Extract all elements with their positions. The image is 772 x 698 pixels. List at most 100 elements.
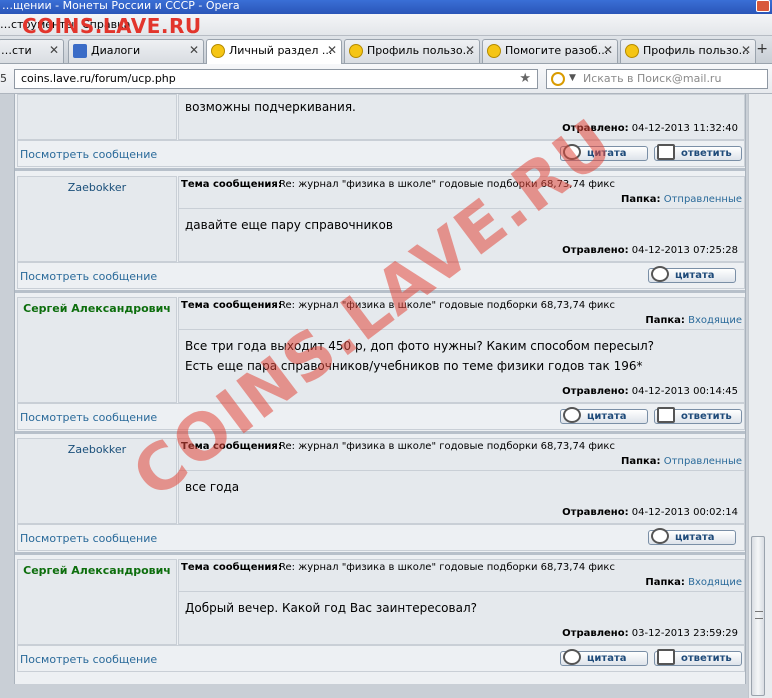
subject-label: Тема сообщения: (181, 179, 282, 190)
smiley-icon (211, 44, 225, 58)
message-actions: Посмотреть сообщение цитата ответить (17, 645, 745, 672)
sent-date: Отравлено: 03-12-2013 23:59:29 (562, 628, 738, 639)
author-name[interactable]: Сергей Александрович (18, 302, 176, 315)
subject-row: Тема сообщения: Re: журнал "физика в шко… (179, 298, 744, 330)
tab-close-icon[interactable]: ✕ (741, 43, 751, 57)
view-message-link[interactable]: Посмотреть сообщение (20, 411, 157, 424)
message-actions: Посмотреть сообщение цитата (17, 262, 745, 289)
tab-bar: …сти ✕ Диалоги ✕ Личный раздел ... ✕ Про… (0, 36, 772, 64)
tab-label: Профиль пользо... (367, 44, 474, 57)
search-placeholder: Искать в Поиск@mail.ru (583, 72, 722, 85)
tab-label: Профиль пользо... (643, 44, 750, 57)
page-content: возможны подчеркивания. Отравлено: 04-12… (0, 94, 748, 698)
sent-date: Отравлено: 04-12-2013 00:14:45 (562, 386, 738, 397)
message-body: Тема сообщения: Re: журнал "физика в шко… (178, 176, 745, 262)
message-text: Все три года выходит 450 р, доп фото нуж… (185, 339, 654, 373)
quote-icon (651, 266, 669, 282)
message-text: Добрый вечер. Какой год Вас заинтересова… (185, 601, 477, 615)
subject-label: Тема сообщения: (181, 441, 282, 452)
bookmark-star-icon[interactable]: ★ (519, 71, 531, 86)
subject-text: Re: журнал "физика в школе" годовые подб… (279, 300, 615, 311)
sent-date: Отравлено: 04-12-2013 07:25:28 (562, 245, 738, 256)
tab-label: Личный раздел ... (229, 44, 333, 57)
quote-button[interactable]: цитата (648, 266, 736, 283)
reply-button[interactable]: ответить (654, 649, 742, 666)
address-input[interactable]: coins.lave.ru/forum/ucp.php ★ (14, 69, 538, 89)
folder-info: Папка: Отправленные (620, 194, 742, 205)
subject-label: Тема сообщения: (181, 562, 282, 573)
subject-label: Тема сообщения: (181, 300, 282, 311)
tab-help-sort[interactable]: Помогите разоб... ✕ (482, 39, 618, 63)
window-title: …щении - Монеты России и СССР - Opera (2, 0, 240, 12)
divider (15, 290, 745, 293)
subject-text: Re: журнал "физика в школе" годовые подб… (279, 562, 615, 573)
subject-text: Re: журнал "физика в школе" годовые подб… (279, 441, 615, 452)
view-message-link[interactable]: Посмотреть сообщение (20, 148, 157, 161)
reply-button[interactable]: ответить (654, 407, 742, 424)
tab-close-icon[interactable]: ✕ (465, 43, 475, 57)
view-message-link[interactable]: Посмотреть сообщение (20, 532, 157, 545)
scrollbar-thumb[interactable] (751, 536, 765, 696)
window-close-button[interactable] (756, 0, 770, 12)
author-cell: Zaebokker (17, 438, 177, 524)
tab-label: …сти (1, 44, 32, 57)
quote-button[interactable]: цитата (560, 649, 648, 666)
smiley-icon (487, 44, 501, 58)
tab-close-icon[interactable]: ✕ (49, 43, 59, 57)
author-cell: Сергей Александрович (17, 297, 177, 403)
search-icon (551, 72, 565, 86)
folder-info: Папка: Входящие (645, 577, 742, 588)
author-name[interactable]: Zaebokker (18, 443, 176, 456)
message-text: все года (185, 480, 240, 494)
tab-news[interactable]: …сти ✕ (0, 39, 64, 63)
folder-info: Папка: Отправленные (620, 456, 742, 467)
quote-icon (563, 407, 581, 423)
quote-icon (563, 649, 581, 665)
view-message-link[interactable]: Посмотреть сообщение (20, 270, 157, 283)
author-name[interactable]: Zaebokker (18, 181, 176, 194)
dialog-icon (73, 44, 87, 58)
subject-row: Тема сообщения: Re: журнал "физика в шко… (179, 177, 744, 209)
quote-icon (651, 528, 669, 544)
messages-panel: возможны подчеркивания. Отравлено: 04-12… (14, 94, 746, 684)
tab-personal-section[interactable]: Личный раздел ... ✕ (206, 39, 342, 64)
tab-close-icon[interactable]: ✕ (603, 43, 613, 57)
address-toolbar: 5 coins.lave.ru/forum/ucp.php ★ ▼ Искать… (0, 64, 772, 94)
smiley-icon (349, 44, 363, 58)
chevron-down-icon[interactable]: ▼ (569, 73, 576, 83)
url-text: coins.lave.ru/forum/ucp.php (21, 72, 176, 85)
tab-user-profile-2[interactable]: Профиль пользо... ✕ (620, 39, 756, 63)
tab-close-icon[interactable]: ✕ (189, 43, 199, 57)
tab-dialogs[interactable]: Диалоги ✕ (68, 39, 204, 63)
tab-label: Помогите разоб... (505, 44, 609, 57)
quote-button[interactable]: цитата (560, 407, 648, 424)
vertical-scrollbar[interactable] (748, 94, 772, 698)
divider (15, 168, 745, 171)
author-name[interactable]: Сергей Александрович (18, 564, 176, 577)
reply-icon (657, 144, 675, 160)
quote-button[interactable]: цитата (560, 144, 648, 161)
view-message-link[interactable]: Посмотреть сообщение (20, 653, 157, 666)
reply-button[interactable]: ответить (654, 144, 742, 161)
subject-row: Тема сообщения: Re: журнал "физика в шко… (179, 439, 744, 471)
message-actions: Посмотреть сообщение цитата ответить (17, 140, 745, 167)
message-text: давайте еще пару справочников (185, 218, 393, 232)
subject-text: Re: журнал "физика в школе" годовые подб… (279, 179, 615, 190)
message-body: возможны подчеркивания. Отравлено: 04-12… (178, 94, 745, 140)
address-left-fragment: 5 (0, 72, 7, 85)
message-body: Тема сообщения: Re: журнал "физика в шко… (178, 297, 745, 403)
tab-user-profile[interactable]: Профиль пользо... ✕ (344, 39, 480, 63)
quote-icon (563, 144, 581, 160)
quote-button[interactable]: цитата (648, 528, 736, 545)
new-tab-button[interactable]: + (756, 41, 768, 57)
divider (15, 552, 745, 555)
reply-icon (657, 649, 675, 665)
sent-date: Отравлено: 04-12-2013 11:32:40 (562, 123, 738, 134)
window-titlebar: …щении - Монеты России и СССР - Opera (0, 0, 772, 14)
tab-close-icon[interactable]: ✕ (327, 43, 337, 57)
folder-info: Папка: Входящие (645, 315, 742, 326)
search-input[interactable]: ▼ Искать в Поиск@mail.ru (546, 69, 768, 89)
reply-icon (657, 407, 675, 423)
sent-date: Отравлено: 04-12-2013 00:02:14 (562, 507, 738, 518)
smiley-icon (625, 44, 639, 58)
